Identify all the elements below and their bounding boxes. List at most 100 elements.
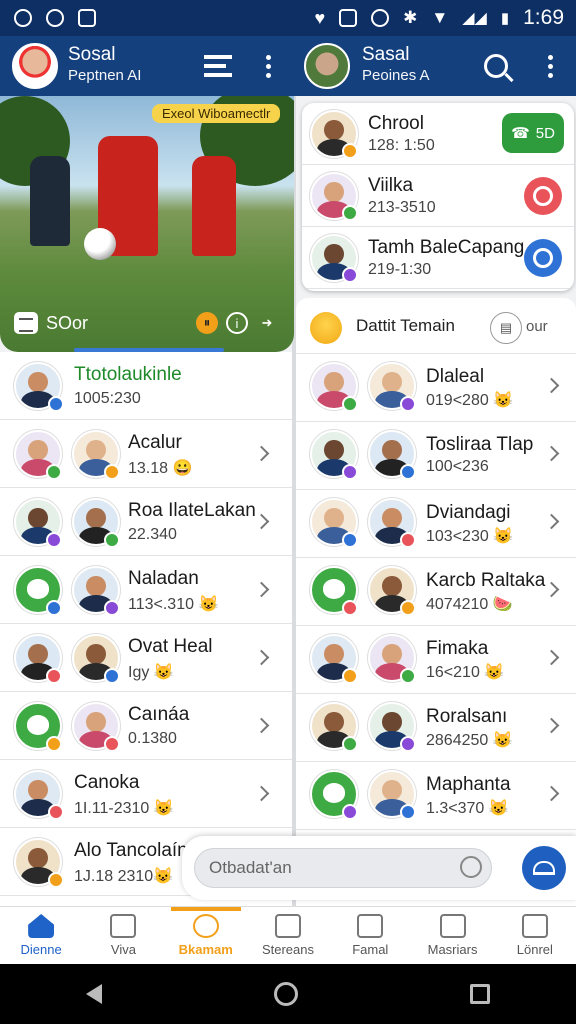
nav-item-messages[interactable]: Masriars [411, 907, 493, 964]
circle-icon[interactable] [460, 856, 482, 878]
call-button[interactable]: ☎ 5D [502, 113, 564, 153]
contact-meta: 0.1380 [128, 730, 177, 747]
featured-video-card[interactable]: Exeol Wiboamectlr SOor ⏸ i ➜ [0, 96, 294, 352]
featured-item[interactable]: Viilka 213-3510 [302, 165, 574, 227]
chevron-right-icon[interactable] [253, 785, 270, 802]
contact-meta: 1005:230 [74, 390, 141, 407]
left-contact-list: Ttotolaukinle 1005:230 Acalur 13.18 😀 Roa Il… [0, 352, 292, 906]
system-navigation [0, 964, 576, 1024]
contact-name: Viilka [368, 175, 414, 196]
smiley-icon [310, 312, 342, 344]
chevron-right-icon[interactable] [543, 785, 560, 802]
list-item[interactable]: Dviandagi 103<230 😺 [296, 490, 576, 558]
status-badge [342, 143, 358, 159]
avatar[interactable] [304, 43, 350, 89]
forward-arrow-icon[interactable]: ➜ [256, 312, 278, 334]
status-badge [104, 532, 120, 548]
list-item[interactable]: Roralsanı 2864250 😺 [296, 694, 576, 762]
nav-label: Masriars [427, 942, 478, 957]
list-item[interactable]: Maphanta 1.3<370 😺 [296, 762, 576, 830]
section-more-label[interactable]: our [526, 318, 548, 335]
chevron-right-icon[interactable] [543, 377, 560, 394]
back-icon[interactable] [86, 984, 102, 1004]
avatar-face [86, 575, 106, 597]
video-controls: ⏸ i ➜ [196, 312, 278, 334]
chevron-right-icon[interactable] [253, 649, 270, 666]
contact-name: Chrool [368, 113, 424, 134]
nav-item-bkamam[interactable]: Bkamam [165, 907, 247, 964]
avatar-face [28, 643, 48, 665]
player [30, 156, 70, 246]
avatar-face [382, 507, 402, 529]
list-item[interactable]: Acalur 13.18 😀 [0, 420, 292, 488]
nav-item-streams[interactable]: Sterеans [247, 907, 329, 964]
nav-label: Dienne [20, 942, 62, 957]
status-badge [48, 396, 64, 412]
chevron-right-icon[interactable] [543, 513, 560, 530]
contact-meta: 128: 1:50 [368, 137, 435, 154]
nav-item-view[interactable]: Viva [82, 907, 164, 964]
chevron-right-icon[interactable] [253, 581, 270, 598]
nav-label: Sterеans [261, 942, 314, 957]
search-button[interactable] [480, 50, 512, 82]
info-icon[interactable]: i [226, 312, 248, 334]
more-icon[interactable]: ▤ [490, 312, 522, 344]
featured-item[interactable]: Chrool 128: 1:50 ☎ 5D [302, 103, 574, 165]
famal-icon [357, 914, 384, 938]
featured-item[interactable]: Tamh BaleCapang 219-1:30 [302, 227, 574, 289]
header-title: Sosal [68, 44, 116, 65]
nav-item-menu[interactable]: Lönrel [494, 907, 576, 964]
status-badge [342, 804, 358, 820]
streams-icon [274, 914, 301, 938]
list-item[interactable]: Tosliraa Tlap 100<236 [296, 422, 576, 490]
status-badge [400, 736, 416, 752]
list-item[interactable]: Dlaleal 019<280 😺 [296, 354, 576, 422]
list-item[interactable]: Fimaka 16<210 😺 [296, 626, 576, 694]
bkamam-icon [192, 914, 219, 938]
chevron-right-icon[interactable] [543, 649, 560, 666]
menu-button[interactable] [202, 50, 234, 82]
nav-item-famal[interactable]: Famal [329, 907, 411, 964]
search-input[interactable]: Otbadat'an [194, 848, 492, 888]
list-item[interactable]: Ovat Heal Igy 😺 [0, 624, 292, 692]
avatar-face [86, 643, 106, 665]
contact-name: Dviandagi [426, 502, 511, 523]
list-item[interactable]: Canoka 1I.11-2310 😺 [0, 760, 292, 828]
chevron-right-icon[interactable] [253, 445, 270, 462]
recents-icon[interactable] [470, 984, 490, 1004]
sync-icon [371, 9, 390, 27]
avatar[interactable] [12, 43, 58, 89]
list-item[interactable]: Ttotolaukinle 1005:230 [0, 352, 292, 420]
home-icon[interactable] [274, 982, 298, 1006]
contact-name: Tosliraa Tlap [426, 434, 534, 455]
avatar-face [86, 439, 106, 461]
search-button[interactable] [524, 239, 562, 277]
chevron-right-icon[interactable] [253, 717, 270, 734]
header-subtitle: Peptnen AI [68, 67, 142, 84]
avatar-face [28, 439, 48, 461]
chevron-right-icon[interactable] [543, 445, 560, 462]
compose-button[interactable] [522, 846, 566, 890]
list-item[interactable]: Roa IlateLakan 22.340 [0, 488, 292, 556]
bluetooth-icon: ✱ [403, 8, 418, 27]
pause-icon[interactable]: ⏸ [196, 312, 218, 334]
header-subtitle: Peoines A [362, 67, 430, 84]
chevron-right-icon[interactable] [543, 581, 560, 598]
list-item[interactable]: Caınáa 0.1380 [0, 692, 292, 760]
contact-name: Canoka [74, 772, 140, 793]
list-item[interactable]: Karcb Raltaka 4074210 🍉 [296, 558, 576, 626]
more-options-button[interactable] [534, 50, 566, 82]
nav-item-home[interactable]: Dienne [0, 907, 82, 964]
status-badge [46, 600, 62, 616]
nav-label: Famal [352, 942, 389, 957]
contact-meta: 113<.310 😺 [128, 596, 219, 613]
contact-meta: 100<236 [426, 458, 489, 475]
search-bar: Otbadat'an [182, 836, 576, 900]
chevron-right-icon[interactable] [253, 513, 270, 530]
status-badge [400, 464, 416, 480]
list-item[interactable]: Naladan 113<.310 😺 [0, 556, 292, 624]
more-options-button[interactable] [252, 50, 284, 82]
chevron-right-icon[interactable] [543, 717, 560, 734]
record-button[interactable] [524, 177, 562, 215]
contact-name: Maphanta [426, 774, 511, 795]
